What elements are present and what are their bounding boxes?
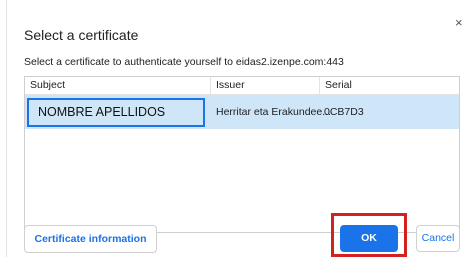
dialog-subtitle: Select a certificate to authenticate you…: [24, 56, 344, 68]
ok-button[interactable]: OK: [340, 225, 398, 252]
certificate-table: Subject Issuer Serial NOMBRE APELLIDOS H…: [24, 76, 460, 233]
cancel-button[interactable]: Cancel: [416, 225, 460, 252]
cell-serial[interactable]: 0CB7D3: [324, 95, 364, 129]
table-row[interactable]: NOMBRE APELLIDOS Herritar eta Erakundee.…: [25, 95, 459, 129]
column-header-subject[interactable]: Subject: [25, 77, 210, 94]
column-header-serial[interactable]: Serial: [319, 77, 459, 94]
window-left-border: [6, 0, 7, 257]
close-icon[interactable]: ×: [455, 16, 463, 29]
cell-subject[interactable]: NOMBRE APELLIDOS: [27, 98, 205, 127]
cell-issuer[interactable]: Herritar eta Erakundee...: [216, 95, 331, 129]
column-header-issuer[interactable]: Issuer: [210, 77, 319, 94]
dialog-title: Select a certificate: [24, 27, 139, 43]
table-header: Subject Issuer Serial: [25, 77, 459, 95]
certificate-information-button[interactable]: Certificate information: [24, 225, 157, 253]
